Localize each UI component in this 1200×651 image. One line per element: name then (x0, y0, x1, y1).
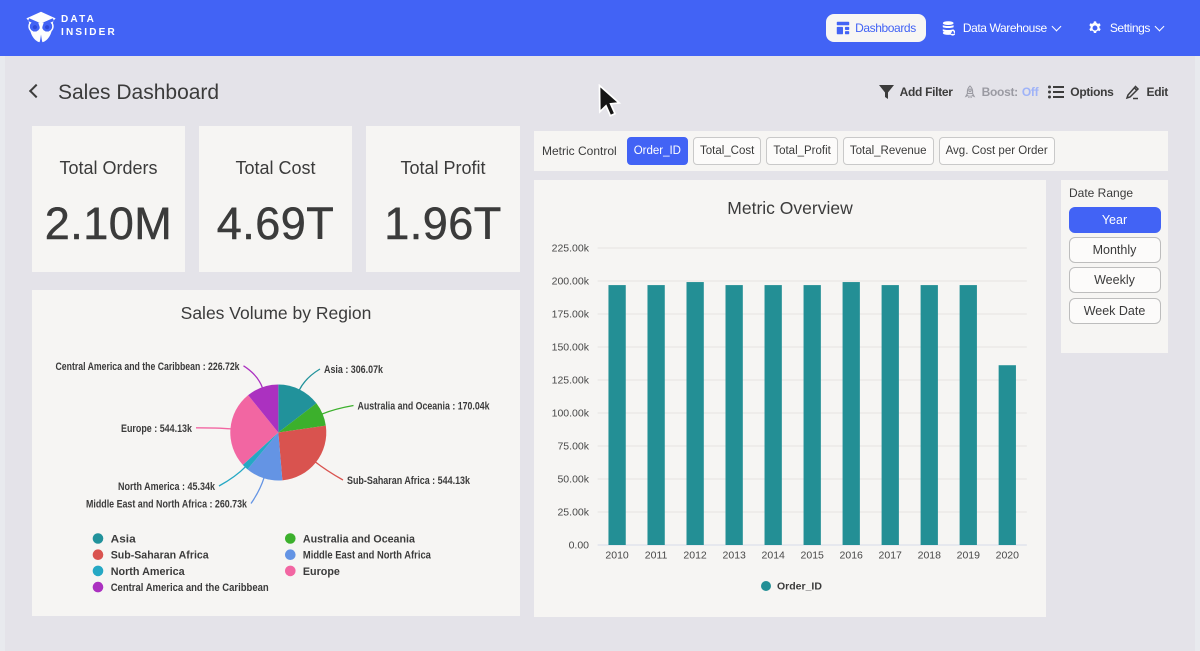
svg-text:Europe : 544.13k: Europe : 544.13k (121, 423, 193, 435)
svg-text:100.00k: 100.00k (552, 408, 590, 420)
svg-text:Order_ID: Order_ID (777, 581, 822, 593)
svg-text:North America : 45.34k: North America : 45.34k (118, 481, 216, 493)
svg-text:2020: 2020 (996, 550, 1020, 562)
svg-text:50.00k: 50.00k (557, 474, 589, 486)
svg-text:Middle East and North Africa: Middle East and North Africa (303, 550, 432, 562)
svg-text:Europe: Europe (303, 566, 340, 578)
svg-text:2010: 2010 (605, 550, 629, 562)
svg-text:150.00k: 150.00k (552, 342, 590, 354)
svg-text:200.00k: 200.00k (552, 276, 590, 288)
svg-text:25.00k: 25.00k (557, 507, 589, 519)
svg-text:Sub-Saharan Africa : 544.13k: Sub-Saharan Africa : 544.13k (347, 475, 471, 487)
svg-text:175.00k: 175.00k (552, 309, 590, 321)
svg-text:225.00k: 225.00k (552, 243, 590, 255)
svg-text:2015: 2015 (801, 550, 825, 562)
svg-text:2012: 2012 (683, 550, 707, 562)
svg-text:75.00k: 75.00k (557, 441, 589, 453)
svg-text:Australia and Oceania : 170.04: Australia and Oceania : 170.04k (358, 401, 491, 413)
svg-text:2016: 2016 (840, 550, 864, 562)
svg-text:Central America and the Caribb: Central America and the Caribbean : 226.… (56, 361, 241, 373)
svg-text:Middle East and North Africa :: Middle East and North Africa : 260.73k (86, 499, 248, 511)
svg-text:2011: 2011 (645, 550, 668, 562)
svg-text:2014: 2014 (762, 550, 786, 562)
svg-text:2019: 2019 (957, 550, 981, 562)
svg-text:2018: 2018 (918, 550, 942, 562)
svg-text:125.00k: 125.00k (552, 375, 590, 387)
svg-text:Asia: Asia (111, 534, 137, 546)
svg-text:2013: 2013 (723, 550, 747, 562)
svg-text:Central America and the Caribb: Central America and the Caribbean (111, 582, 269, 594)
svg-text:2017: 2017 (879, 550, 903, 562)
svg-text:Asia : 306.07k: Asia : 306.07k (324, 364, 384, 376)
svg-text:Sub-Saharan Africa: Sub-Saharan Africa (111, 550, 210, 562)
svg-text:0.00: 0.00 (569, 540, 590, 552)
svg-text:North America: North America (111, 566, 186, 578)
svg-text:Australia and Oceania: Australia and Oceania (303, 534, 416, 546)
